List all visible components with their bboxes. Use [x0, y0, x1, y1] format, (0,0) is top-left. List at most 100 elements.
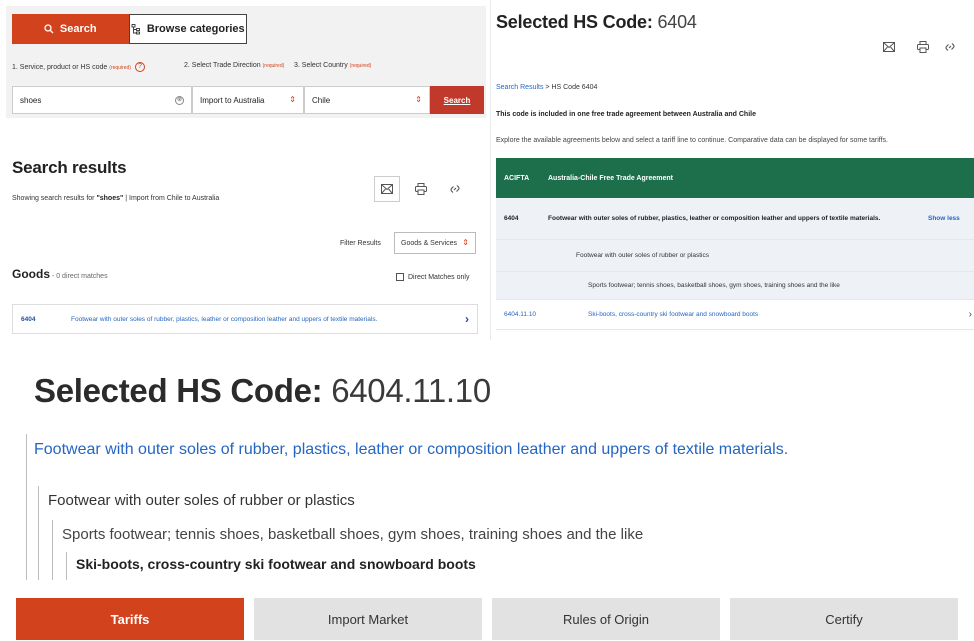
clear-icon[interactable]: ⊗: [175, 95, 184, 105]
breadcrumb-search-results-link[interactable]: Search Results: [496, 84, 543, 91]
tariff-row-code: 6404: [504, 215, 519, 222]
hs-code-title-label: Selected HS Code:: [496, 12, 653, 32]
agreement-code: ACIFTA: [504, 174, 530, 182]
tariff-line-row[interactable]: 6404.11.10 Ski-boots, cross-country ski …: [496, 300, 974, 330]
label-country: 3. Select Country (required): [294, 62, 371, 69]
hierarchy-line: [52, 520, 53, 580]
tab-rules-of-origin[interactable]: Rules of Origin: [492, 598, 720, 640]
label-service: 1. Service, product or HS code (required…: [12, 62, 145, 72]
copy-link-button[interactable]: [944, 34, 956, 60]
hierarchy-level-group: Sports footwear; tennis shoes, basketbal…: [62, 526, 644, 543]
breadcrumb: Search Results > HS Code 6404: [496, 84, 597, 91]
required-tag: (required): [109, 64, 131, 71]
required-tag: (required): [349, 63, 372, 69]
filter-select-value: Goods & Services: [401, 239, 458, 247]
country-value: Chile: [312, 95, 331, 105]
search-input-value: shoes: [20, 95, 42, 105]
goods-heading-text: Goods: [12, 267, 50, 281]
goods-result-row[interactable]: 6404 Footwear with outer soles of rubber…: [12, 304, 478, 334]
direct-matches-checkbox[interactable]: [396, 273, 404, 281]
breadcrumb-current: > HS Code 6404: [543, 84, 598, 91]
tariff-row-subheading: Footwear with outer soles of rubber or p…: [496, 240, 974, 272]
tab-certify[interactable]: Certify: [730, 598, 958, 640]
updown-icon: ⇕: [289, 95, 296, 104]
tariff-table-header: ACIFTA Australia-Chile Free Trade Agreem…: [496, 158, 974, 198]
email-button[interactable]: [876, 34, 902, 60]
label-country-text: 3. Select Country: [294, 62, 348, 69]
hierarchy-level-tariff-line: Ski-boots, cross-country ski footwear an…: [76, 556, 476, 572]
goods-count: - 0 direct matches: [50, 273, 108, 280]
search-mode-tabs: Search Browse categories: [12, 14, 247, 44]
country-select[interactable]: Chile ⇕: [304, 86, 430, 114]
tab-import-market[interactable]: Import Market: [254, 598, 482, 640]
tab-search-label: Search: [59, 23, 97, 35]
bottom-tabs: Tariffs Import Market Rules of Origin Ce…: [16, 598, 958, 640]
results-summary: Showing search results for "shoes" | Imp…: [12, 195, 219, 202]
goods-heading: Goods - 0 direct matches: [12, 267, 108, 281]
link-icon: [945, 43, 955, 51]
updown-icon: ⇕: [415, 95, 422, 104]
browse-tree-icon: [131, 23, 140, 34]
hierarchy-line: [38, 486, 39, 580]
selected-code-title-label: Selected HS Code:: [34, 372, 323, 409]
email-icon: [381, 184, 393, 194]
help-icon[interactable]: ?: [134, 62, 145, 72]
hierarchy-level-subheading: Footwear with outer soles of rubber or p…: [48, 492, 355, 509]
show-less-link[interactable]: Show less: [928, 215, 960, 222]
tariff-row-description: Sports footwear; tennis shoes, basketbal…: [588, 282, 840, 289]
search-submit-button[interactable]: Search: [430, 86, 484, 114]
filter-select[interactable]: Goods & Services ⇕: [394, 232, 476, 254]
hs-tool-icons: [876, 34, 956, 60]
tariff-table: ACIFTA Australia-Chile Free Trade Agreem…: [496, 158, 974, 330]
tariff-line-code: 6404.11.10: [504, 311, 537, 318]
selected-code-title-code: 6404.11.10: [331, 372, 491, 409]
tariff-row-description: Footwear with outer soles of rubber, pla…: [548, 214, 881, 222]
tab-search[interactable]: Search: [12, 14, 129, 44]
email-button[interactable]: [374, 176, 400, 202]
filter-label: Filter Results: [340, 240, 381, 247]
hierarchy-line: [66, 552, 67, 580]
results-title: Search results: [12, 158, 127, 177]
trade-direction-value: Import to Australia: [200, 95, 265, 105]
trade-direction-select[interactable]: Import to Australia ⇕: [192, 86, 304, 114]
label-direction: 2. Select Trade Direction (required): [184, 62, 284, 69]
label-service-text: 1. Service, product or HS code: [12, 63, 108, 71]
tab-browse-label: Browse categories: [146, 23, 245, 35]
hierarchy-level-heading: Footwear with outer soles of rubber, pla…: [34, 441, 789, 458]
copy-link-button[interactable]: [442, 176, 468, 202]
tab-tariffs[interactable]: Tariffs: [16, 598, 244, 640]
chevron-right-icon: ›: [968, 309, 972, 320]
search-panel: Search Browse categories 1. Service, pro…: [6, 6, 486, 118]
hs-code-title-code: 6404: [657, 12, 697, 32]
goods-row-code: 6404: [21, 315, 36, 323]
selected-code-title: Selected HS Code: 6404.11.10: [34, 372, 491, 410]
print-button[interactable]: [910, 34, 936, 60]
print-button[interactable]: [408, 176, 434, 202]
results-summary-prefix: Showing search results for: [12, 195, 97, 202]
search-icon: [44, 24, 54, 34]
direct-matches-toggle[interactable]: Direct Matches only: [396, 273, 469, 281]
tab-browse-categories[interactable]: Browse categories: [128, 14, 247, 44]
hierarchy-line: [26, 434, 27, 580]
search-input[interactable]: shoes ⊗: [12, 86, 192, 114]
tariff-row-heading: 6404 Footwear with outer soles of rubber…: [496, 198, 974, 240]
results-summary-query: "shoes": [96, 195, 124, 202]
tariff-line-description: Ski-boots, cross-country ski footwear an…: [588, 311, 759, 318]
search-row: shoes ⊗ Import to Australia ⇕ Chile ⇕ Se…: [12, 86, 484, 114]
print-icon: [415, 183, 427, 195]
results-tool-icons: [374, 176, 468, 202]
explore-note: Explore the available agreements below a…: [496, 137, 888, 144]
goods-row-description: Footwear with outer soles of rubber, pla…: [71, 315, 378, 323]
tariff-row-description: Footwear with outer soles of rubber or p…: [576, 252, 709, 259]
direct-matches-label: Direct Matches only: [408, 273, 470, 281]
panel-divider: [490, 0, 491, 340]
link-icon: [450, 185, 460, 193]
results-summary-suffix: | Import from Chile to Australia: [123, 195, 220, 202]
chevron-right-icon: ›: [465, 312, 469, 326]
label-direction-text: 2. Select Trade Direction: [184, 62, 261, 69]
required-tag: (required): [262, 63, 285, 69]
tariff-row-subheading: Sports footwear; tennis shoes, basketbal…: [496, 272, 974, 300]
updown-icon: ⇕: [462, 238, 469, 247]
email-icon: [883, 42, 895, 52]
hs-code-title: Selected HS Code: 6404: [496, 12, 697, 33]
